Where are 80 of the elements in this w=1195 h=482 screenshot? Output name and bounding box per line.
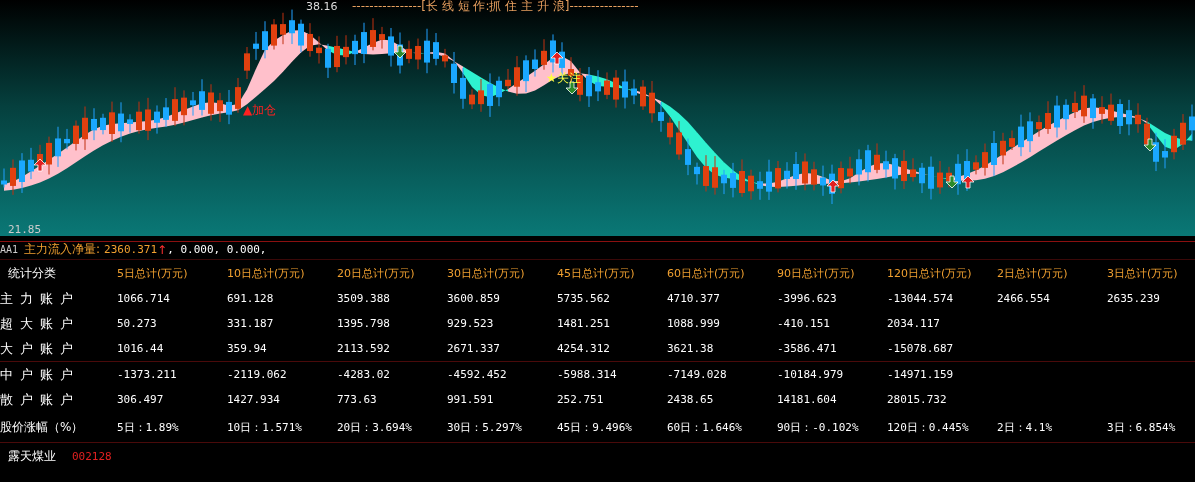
table-cell-text: 3日：6.854% (1107, 419, 1177, 435)
table-cell-text: 1066.714 (117, 292, 171, 305)
table-cell-text: 5日：1.89% (117, 419, 180, 435)
table-cell-text: -10184.979 (777, 368, 845, 381)
row-label: 大户账户 (0, 339, 82, 358)
table-cell-text: 252.751 (557, 393, 605, 406)
up-arrow-icon: ↑ (157, 242, 168, 257)
stock-name: 露天煤业 (8, 447, 56, 465)
table-cell-text: 3600.859 (447, 292, 501, 305)
column-header: 统计分类 (7, 264, 57, 282)
table-cell-text: 773.63 (337, 393, 378, 406)
table-cell-text: 991.591 (447, 393, 495, 406)
table-cell-text: 5735.562 (557, 292, 611, 305)
table-cell-text: -410.151 (777, 317, 831, 330)
table-cell-text: -4592.452 (447, 368, 508, 381)
column-header: 20日总计(万元) (337, 265, 416, 281)
column-header: 10日总计(万元) (227, 265, 306, 281)
table-cell-text: 1016.44 (117, 342, 165, 355)
price-high-label: 38.16 (306, 0, 338, 13)
table-cell-text: -13044.574 (887, 292, 955, 305)
table-cell-text: 2671.337 (447, 342, 501, 355)
table-cell-text: 120日：0.445% (887, 419, 970, 435)
row-label: 超大账户 (0, 314, 82, 333)
row-label: 股价涨幅（%） (0, 418, 85, 436)
table-cell-text: 28015.732 (887, 393, 948, 406)
table-cell-text: 1088.999 (667, 317, 721, 330)
table-cell-text: 929.523 (447, 317, 495, 330)
table-cell-text: -15078.687 (887, 342, 955, 355)
table-cell-text: 10日：1.571% (227, 419, 303, 435)
table-cell-text: 2日：4.1% (997, 419, 1054, 435)
table-cell-text: 4254.312 (557, 342, 611, 355)
table-cell-text: 30日：5.297% (447, 419, 523, 435)
indicator-value: 2360.371 (104, 243, 158, 256)
column-header: 30日总计(万元) (447, 265, 526, 281)
row-label: 中户账户 (0, 365, 82, 384)
table-cell-text: 2635.239 (1107, 292, 1161, 305)
table-cell-text: 1395.798 (337, 317, 391, 330)
table-cell-text: 359.94 (227, 342, 268, 355)
table-cell-text: 2113.592 (337, 342, 391, 355)
table-cell-text: 691.128 (227, 292, 275, 305)
table-cell-text: -2119.062 (227, 368, 288, 381)
column-header: 90日总计(万元) (777, 265, 856, 281)
table-cell-text: 14181.604 (777, 393, 838, 406)
table-cell-text: 2034.117 (887, 317, 941, 330)
column-header: 2日总计(万元) (997, 265, 1069, 281)
table-cell-text: 50.273 (117, 317, 158, 330)
table-cell-text: 4710.377 (667, 292, 721, 305)
column-header: 60日总计(万元) (667, 265, 746, 281)
signal-label: ▲加仓 (243, 102, 277, 119)
indicator-values: , 0.000, 0.000, (167, 243, 267, 256)
table-cell-text: 331.187 (227, 317, 275, 330)
table-cell-text: -7149.028 (667, 368, 728, 381)
table-cell-text: 3621.38 (667, 342, 715, 355)
table-cell-text: -5988.314 (557, 368, 618, 381)
column-header: 45日总计(万元) (557, 265, 636, 281)
table-cell-text: 20日：3.694% (337, 419, 413, 435)
table-cell-text: 45日：9.496% (557, 419, 633, 435)
table-cell-text: 2466.554 (997, 292, 1051, 305)
table-cell-text: -3586.471 (777, 342, 838, 355)
indicator-name: AA1 (0, 244, 19, 255)
stock-code: 002128 (72, 449, 112, 463)
table-cell-text: -1373.211 (117, 368, 178, 381)
table-cell-text: -3996.623 (777, 292, 838, 305)
column-header: 5日总计(万元) (117, 265, 189, 281)
table-cell-text: 2438.65 (667, 393, 715, 406)
indicator-label: 主力流入净量: (24, 241, 101, 258)
table-cell-text: 3509.388 (337, 292, 391, 305)
table-cell-text: 306.497 (117, 393, 165, 406)
column-header: 3日总计(万元) (1107, 265, 1179, 281)
table-cell-text: 1481.251 (557, 317, 611, 330)
table-cell-text: -14971.159 (887, 368, 955, 381)
row-label: 主力账户 (0, 289, 82, 308)
table-cell-text: 1427.934 (227, 393, 281, 406)
table-cell-text: -4283.02 (337, 368, 391, 381)
table-cell-text: 90日：-0.102% (777, 419, 860, 435)
table-cell-text: 60日：1.646% (667, 419, 743, 435)
row-label: 散户账户 (0, 390, 82, 409)
chart-title: ----------------[长 线 短 作:抓 住 主 升 浪]---------------- (352, 0, 639, 15)
column-header: 120日总计(万元) (887, 265, 973, 281)
price-low-label: 21.85 (8, 223, 42, 236)
